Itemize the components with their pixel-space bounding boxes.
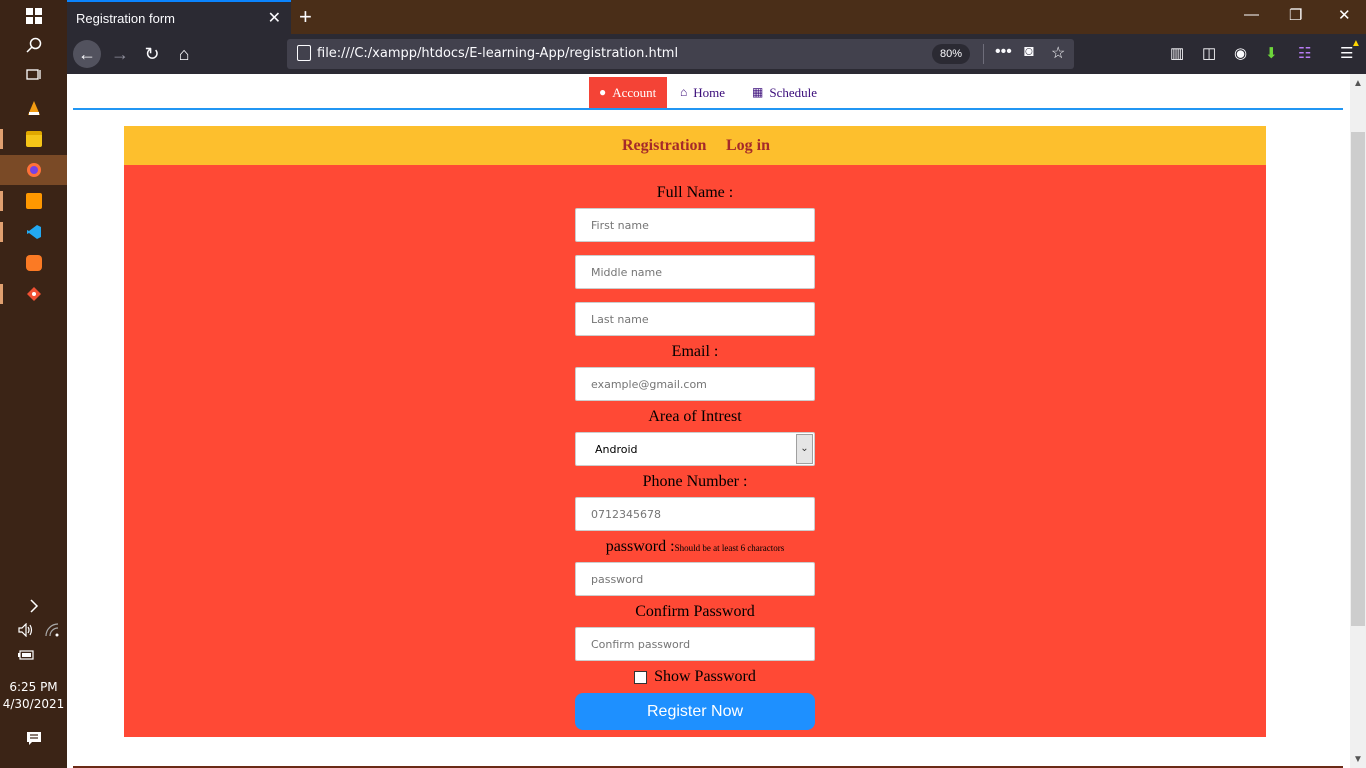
new-tab-icon[interactable]: + xyxy=(299,4,312,30)
show-password-checkbox[interactable] xyxy=(634,670,648,684)
nav-account[interactable]: ● Account xyxy=(589,77,667,108)
middle-name-input[interactable] xyxy=(575,255,815,289)
user-icon: ● xyxy=(599,85,607,99)
password-hint: Should be at least 6 charactors xyxy=(674,543,785,553)
battery-icon[interactable] xyxy=(0,640,59,670)
pocket-icon[interactable]: ◙ xyxy=(1024,43,1034,61)
page-actions-icon[interactable]: ••• xyxy=(995,43,1012,61)
password-input[interactable] xyxy=(575,562,815,596)
browser-tab[interactable]: Registration form ✕ xyxy=(67,0,291,34)
password-label: password :Should be at least 6 charactor… xyxy=(124,538,1266,556)
phone-label: Phone Number : xyxy=(642,473,748,490)
chevron-down-icon[interactable]: ⌄ xyxy=(796,434,813,464)
page-icon xyxy=(297,45,311,61)
registration-form: Registration Log in Full Name : Email : … xyxy=(124,126,1266,737)
confirm-password-label: Confirm Password xyxy=(635,603,755,620)
windows-taskbar: 6:25 PM 4/30/2021 xyxy=(0,0,67,768)
bookmark-star-icon[interactable]: ☆ xyxy=(1051,43,1065,63)
close-tab-icon[interactable]: ✕ xyxy=(268,8,281,28)
forward-icon[interactable]: → xyxy=(106,40,134,68)
interest-select[interactable]: Android ⌄ xyxy=(575,432,815,466)
firefox-taskbar-icon[interactable] xyxy=(0,155,67,185)
confirm-password-input[interactable] xyxy=(575,627,815,661)
nav-home-label: Home xyxy=(693,84,725,100)
file-explorer-icon[interactable] xyxy=(0,124,67,154)
nav-home[interactable]: ⌂ Home xyxy=(670,77,735,108)
browser-tab-bar: Registration form ✕ + — ❐ ✕ xyxy=(67,0,1366,34)
notification-icon[interactable] xyxy=(0,724,67,754)
password-label-text: password : xyxy=(605,538,675,555)
vlc-icon[interactable] xyxy=(0,93,67,123)
sublime-text-icon[interactable] xyxy=(0,186,67,216)
windows-start-icon[interactable] xyxy=(0,1,67,31)
last-name-input[interactable] xyxy=(575,302,815,336)
phone-input[interactable] xyxy=(575,497,815,531)
site-navigation: ● Account ⌂ Home ▦ Schedule xyxy=(73,74,1343,110)
reload-icon[interactable]: ↻ xyxy=(138,40,166,68)
warning-icon: ▲ xyxy=(1351,38,1361,49)
form-header: Registration Log in xyxy=(124,126,1266,165)
nav-schedule[interactable]: ▦ Schedule xyxy=(742,77,827,108)
email-input[interactable] xyxy=(575,367,815,401)
url-text[interactable]: file:///C:/xampp/htdocs/E-learning-App/r… xyxy=(317,46,678,61)
login-link[interactable]: Log in xyxy=(726,137,770,155)
zoom-indicator[interactable]: 80% xyxy=(932,44,970,64)
full-name-label: Full Name : xyxy=(656,184,734,201)
sidebar-icon[interactable]: ◫ xyxy=(1202,44,1216,62)
minimize-icon[interactable]: — xyxy=(1244,6,1259,23)
close-window-icon[interactable]: ✕ xyxy=(1338,6,1351,24)
url-bar[interactable]: file:///C:/xampp/htdocs/E-learning-App/r… xyxy=(287,39,1074,69)
divider xyxy=(983,44,984,64)
nav-account-label: Account xyxy=(612,84,657,100)
calendar-icon: ▦ xyxy=(752,85,764,99)
clock-date[interactable]: 4/30/2021 xyxy=(0,696,67,712)
home-icon[interactable]: ⌂ xyxy=(170,40,198,68)
git-icon[interactable] xyxy=(0,279,67,309)
browser-toolbar: ← → ↻ ⌂ file:///C:/xampp/htdocs/E-learni… xyxy=(67,34,1366,74)
page-viewport: ● Account ⌂ Home ▦ Schedule Registration… xyxy=(67,74,1350,768)
search-icon[interactable] xyxy=(0,30,67,60)
account-icon[interactable]: ◉ xyxy=(1234,44,1247,62)
back-icon[interactable]: ← xyxy=(73,40,101,68)
scroll-up-icon[interactable]: ▲ xyxy=(1353,78,1363,89)
vscode-icon[interactable] xyxy=(0,217,67,247)
clock-time[interactable]: 6:25 PM xyxy=(0,679,67,695)
interest-label: Area of Intrest xyxy=(648,408,742,425)
registration-link[interactable]: Registration xyxy=(622,137,706,155)
task-view-icon[interactable] xyxy=(0,60,67,90)
scrollbar-thumb[interactable] xyxy=(1351,132,1365,626)
scroll-down-icon[interactable]: ▼ xyxy=(1353,754,1363,765)
extension-icon[interactable]: ☷ xyxy=(1298,44,1311,62)
xampp-icon[interactable] xyxy=(0,248,67,278)
first-name-input[interactable] xyxy=(575,208,815,242)
restore-icon[interactable]: ❐ xyxy=(1289,6,1302,24)
library-icon[interactable]: ▥ xyxy=(1170,44,1184,62)
interest-selected-value: Android xyxy=(595,443,638,456)
nav-schedule-label: Schedule xyxy=(769,84,817,100)
home-icon: ⌂ xyxy=(680,85,688,99)
email-label: Email : xyxy=(671,343,719,360)
register-button[interactable]: Register Now xyxy=(575,693,815,730)
show-password-row: Show Password xyxy=(124,668,1266,686)
download-icon[interactable]: ⬇ xyxy=(1265,44,1278,62)
show-password-label: Show Password xyxy=(654,668,756,685)
tab-title: Registration form xyxy=(76,11,175,26)
